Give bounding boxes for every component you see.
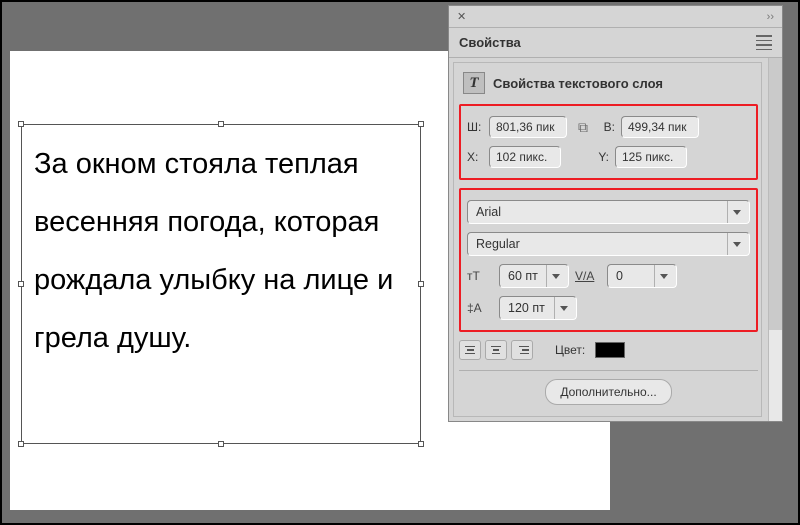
height-field[interactable]: 499,34 пик — [621, 116, 699, 138]
font-style-combo[interactable]: Regular — [467, 232, 750, 256]
resize-handle[interactable] — [418, 281, 424, 287]
tracking-combo[interactable]: 0 — [607, 264, 677, 288]
font-size-value: 60 пт — [508, 269, 538, 283]
tracking-icon: V/A — [575, 269, 597, 283]
align-left-button[interactable] — [459, 340, 481, 360]
panel-body: T Свойства текстового слоя Ш: 801,36 пик… — [449, 58, 782, 421]
chevron-down-icon[interactable] — [546, 265, 564, 287]
tracking-value: 0 — [616, 269, 623, 283]
resize-handle[interactable] — [18, 441, 24, 447]
y-label: Y: — [593, 150, 609, 164]
font-style-value: Regular — [476, 237, 520, 251]
advanced-button[interactable]: Дополнительно... — [545, 379, 671, 405]
panel-scroll-thumb[interactable] — [769, 58, 782, 330]
y-field[interactable]: 125 пикс. — [615, 146, 687, 168]
paragraph-row: Цвет: — [459, 340, 758, 360]
tab-properties[interactable]: Свойства — [459, 35, 521, 50]
panel-titlebar: ✕ ›› — [449, 6, 782, 28]
resize-handle[interactable] — [218, 121, 224, 127]
font-size-icon: тT — [467, 269, 489, 283]
panel-section-header: T Свойства текстового слоя — [463, 72, 768, 94]
font-size-combo[interactable]: 60 пт — [499, 264, 569, 288]
collapse-icon[interactable]: ›› — [767, 11, 774, 23]
resize-handle[interactable] — [218, 441, 224, 447]
chevron-down-icon[interactable] — [654, 265, 672, 287]
x-label: X: — [467, 150, 483, 164]
panel-tab-bar: Свойства — [449, 28, 782, 58]
font-family-value: Arial — [476, 205, 501, 219]
section-title: Свойства текстового слоя — [493, 76, 663, 91]
resize-handle[interactable] — [418, 121, 424, 127]
resize-handle[interactable] — [18, 281, 24, 287]
leading-icon: ‡A — [467, 301, 489, 315]
chevron-down-icon[interactable] — [727, 201, 745, 223]
workspace: За окном стояла теплая весенняя погода, … — [0, 0, 800, 525]
chevron-down-icon[interactable] — [727, 233, 745, 255]
text-layer-icon: T — [463, 72, 485, 94]
panel-scrollbar[interactable] — [768, 58, 782, 421]
properties-panel: ✕ ›› Свойства T Свойства текстового слоя… — [448, 5, 783, 422]
text-bounding-box[interactable]: За окном стояла теплая весенняя погода, … — [21, 124, 421, 444]
panel-menu-icon[interactable] — [756, 32, 772, 53]
height-label: В: — [599, 120, 615, 134]
leading-value: 120 пт — [508, 301, 545, 315]
x-field[interactable]: 102 пикс. — [489, 146, 561, 168]
color-label: Цвет: — [555, 343, 585, 357]
align-center-button[interactable] — [485, 340, 507, 360]
transform-group: Ш: 801,36 пик ⧉ В: 499,34 пик X: 102 пик… — [459, 104, 758, 180]
separator — [459, 370, 758, 371]
resize-handle[interactable] — [18, 121, 24, 127]
width-field[interactable]: 801,36 пик — [489, 116, 567, 138]
leading-combo[interactable]: 120 пт — [499, 296, 577, 320]
link-wh-icon[interactable]: ⧉ — [573, 119, 593, 136]
text-layer-content[interactable]: За окном стояла теплая весенняя погода, … — [22, 125, 420, 443]
text-color-swatch[interactable] — [595, 342, 625, 358]
close-icon[interactable]: ✕ — [457, 10, 466, 23]
align-right-button[interactable] — [511, 340, 533, 360]
font-family-combo[interactable]: Arial — [467, 200, 750, 224]
chevron-down-icon[interactable] — [554, 297, 572, 319]
resize-handle[interactable] — [418, 441, 424, 447]
width-label: Ш: — [467, 120, 483, 134]
character-group: Arial Regular тT 60 пт V/A — [459, 188, 758, 332]
